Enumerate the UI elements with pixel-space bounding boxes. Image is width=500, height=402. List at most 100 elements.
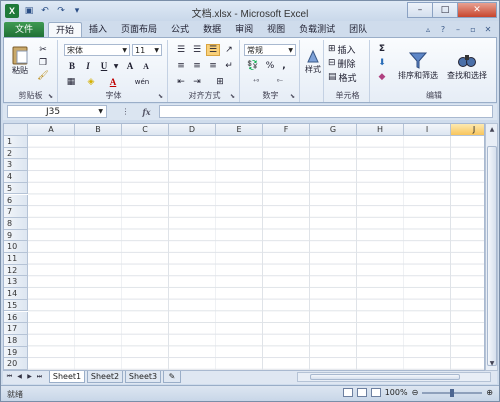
horizontal-scroll-thumb[interactable] <box>310 374 460 380</box>
tab-team[interactable]: 团队 <box>342 22 374 38</box>
autosum-button[interactable]: Σ <box>374 43 390 55</box>
first-sheet-icon[interactable]: ⏮ <box>5 372 14 382</box>
minimize-ribbon-icon[interactable]: ▵ <box>423 25 433 35</box>
spreadsheet-grid[interactable]: ABCDEFGHIJ 1 2 3 4 5 6 7 8 9 10 11 12 13 14 15 16 17 18 19… <box>3 123 485 371</box>
scroll-up-icon[interactable]: ▲ <box>487 125 497 135</box>
column-header[interactable]: G <box>310 124 357 136</box>
merge-center-icon[interactable]: ⊞ <box>208 76 232 88</box>
orientation-icon[interactable]: ↗ <box>222 44 236 56</box>
border-icon[interactable]: ▦ <box>64 76 78 88</box>
column-header[interactable]: B <box>75 124 122 136</box>
tab-formulas[interactable]: 公式 <box>164 22 196 38</box>
window-close-icon[interactable]: ✕ <box>483 25 493 35</box>
row-header[interactable]: 5 <box>4 182 28 195</box>
scroll-down-icon[interactable]: ▼ <box>487 359 497 369</box>
zoom-slider-knob[interactable] <box>450 388 455 397</box>
window-minimize-icon[interactable]: – <box>453 25 463 35</box>
font-name-dropdown[interactable]: 宋体 ▼ <box>64 44 130 56</box>
phonetic-guide-button[interactable]: wén <box>130 76 154 88</box>
zoom-slider[interactable] <box>422 388 483 397</box>
normal-view-icon[interactable] <box>342 388 353 397</box>
row-header[interactable]: 2 <box>4 147 28 160</box>
tab-review[interactable]: 审阅 <box>228 22 260 38</box>
number-format-dropdown[interactable]: 常规 ▼ <box>244 44 296 56</box>
wrap-text-icon[interactable]: ↵ <box>222 60 236 72</box>
close-button[interactable]: ✕ <box>457 2 497 18</box>
font-size-dropdown[interactable]: 11 ▼ <box>132 44 162 56</box>
row-header[interactable]: 3 <box>4 159 28 172</box>
decrease-indent-icon[interactable]: ⇤ <box>174 76 188 88</box>
insert-function-button[interactable]: fx <box>142 107 150 117</box>
row-header[interactable]: 11 <box>4 253 28 265</box>
column-header[interactable]: I <box>404 124 451 136</box>
align-top-icon[interactable]: ☰ <box>174 44 188 56</box>
fill-icon[interactable]: ⬇ <box>374 57 390 69</box>
clear-icon[interactable]: ◆ <box>374 71 390 83</box>
align-middle-icon[interactable]: ☰ <box>190 44 204 56</box>
window-restore-icon[interactable]: ▫ <box>468 25 478 35</box>
increase-indent-icon[interactable]: ⇥ <box>190 76 204 88</box>
row-header[interactable]: 8 <box>4 217 28 230</box>
bold-button[interactable]: B <box>66 60 78 72</box>
minimize-button[interactable]: – <box>407 2 433 18</box>
row-header[interactable]: 9 <box>4 229 28 242</box>
alignment-dialog-icon[interactable]: ⬊ <box>230 93 237 100</box>
tab-load-test[interactable]: 负载测试 <box>292 22 342 38</box>
column-header[interactable]: H <box>357 124 404 136</box>
horizontal-scrollbar[interactable] <box>297 372 491 382</box>
row-header[interactable]: 7 <box>4 206 28 218</box>
align-left-icon[interactable]: ≡ <box>174 60 188 72</box>
format-painter-icon[interactable]: 🖌 <box>36 70 50 81</box>
sheet-tab-sheet1[interactable]: Sheet1 <box>49 371 85 383</box>
row-header[interactable]: 6 <box>4 194 28 207</box>
tab-file[interactable]: 文件 <box>4 22 44 38</box>
cut-icon[interactable]: ✂ <box>36 44 50 55</box>
font-dialog-icon[interactable]: ⬊ <box>158 93 165 100</box>
last-sheet-icon[interactable]: ⏭ <box>35 372 44 382</box>
zoom-in-icon[interactable]: ⊕ <box>486 388 493 397</box>
maximize-button[interactable]: □ <box>432 2 458 18</box>
tab-view[interactable]: 视图 <box>260 22 292 38</box>
shrink-font-button[interactable]: A <box>140 60 152 72</box>
row-header[interactable]: 1 <box>4 136 28 148</box>
prev-sheet-icon[interactable]: ◀ <box>15 372 24 382</box>
name-box[interactable]: J35 ▼ <box>7 105 107 118</box>
grow-font-button[interactable]: A <box>124 60 136 72</box>
vertical-scrollbar[interactable]: ▲ ▼ <box>485 123 498 371</box>
column-header[interactable]: C <box>122 124 169 136</box>
row-header[interactable]: 19 <box>4 346 28 359</box>
underline-button[interactable]: U <box>98 60 110 72</box>
align-center-icon[interactable]: ≡ <box>190 60 204 72</box>
underline-dropdown-icon[interactable]: ▼ <box>112 60 120 72</box>
column-header[interactable]: D <box>169 124 216 136</box>
row-header[interactable]: 15 <box>4 299 28 312</box>
row-header[interactable]: 17 <box>4 323 28 335</box>
row-header[interactable]: 13 <box>4 276 28 289</box>
font-color-button[interactable]: A <box>106 76 120 88</box>
format-cells-button[interactable]: ▤ 格式 <box>328 71 368 84</box>
sheet-tab-sheet3[interactable]: Sheet3 <box>125 371 161 383</box>
percent-button[interactable]: % <box>264 60 276 72</box>
clipboard-dialog-icon[interactable]: ⬊ <box>48 93 55 100</box>
increase-decimal-icon[interactable]: ⁺⁰ <box>246 76 266 88</box>
row-header[interactable]: 16 <box>4 311 28 324</box>
column-header[interactable]: A <box>28 124 75 136</box>
align-right-icon[interactable]: ≡ <box>206 60 220 72</box>
tab-page-layout[interactable]: 页面布局 <box>114 22 164 38</box>
decrease-decimal-icon[interactable]: ⁰⁻ <box>270 76 290 88</box>
row-header[interactable]: 14 <box>4 288 28 300</box>
row-header[interactable]: 18 <box>4 334 28 347</box>
select-all-corner[interactable] <box>4 124 28 136</box>
zoom-out-icon[interactable]: ⊖ <box>412 388 419 397</box>
insert-cells-button[interactable]: ⊞ 插入 <box>328 43 368 56</box>
vertical-scroll-thumb[interactable] <box>487 146 497 366</box>
fill-color-icon[interactable]: ◈ <box>84 76 98 88</box>
comma-button[interactable]: , <box>278 60 290 72</box>
align-bottom-icon[interactable]: ☰ <box>206 44 220 56</box>
currency-icon[interactable]: 💱 <box>244 60 262 72</box>
tab-data[interactable]: 数据 <box>196 22 228 38</box>
delete-cells-button[interactable]: ⊟ 删除 <box>328 57 368 70</box>
column-header[interactable]: E <box>216 124 263 136</box>
row-header[interactable]: 4 <box>4 171 28 183</box>
page-layout-view-icon[interactable] <box>356 388 367 397</box>
